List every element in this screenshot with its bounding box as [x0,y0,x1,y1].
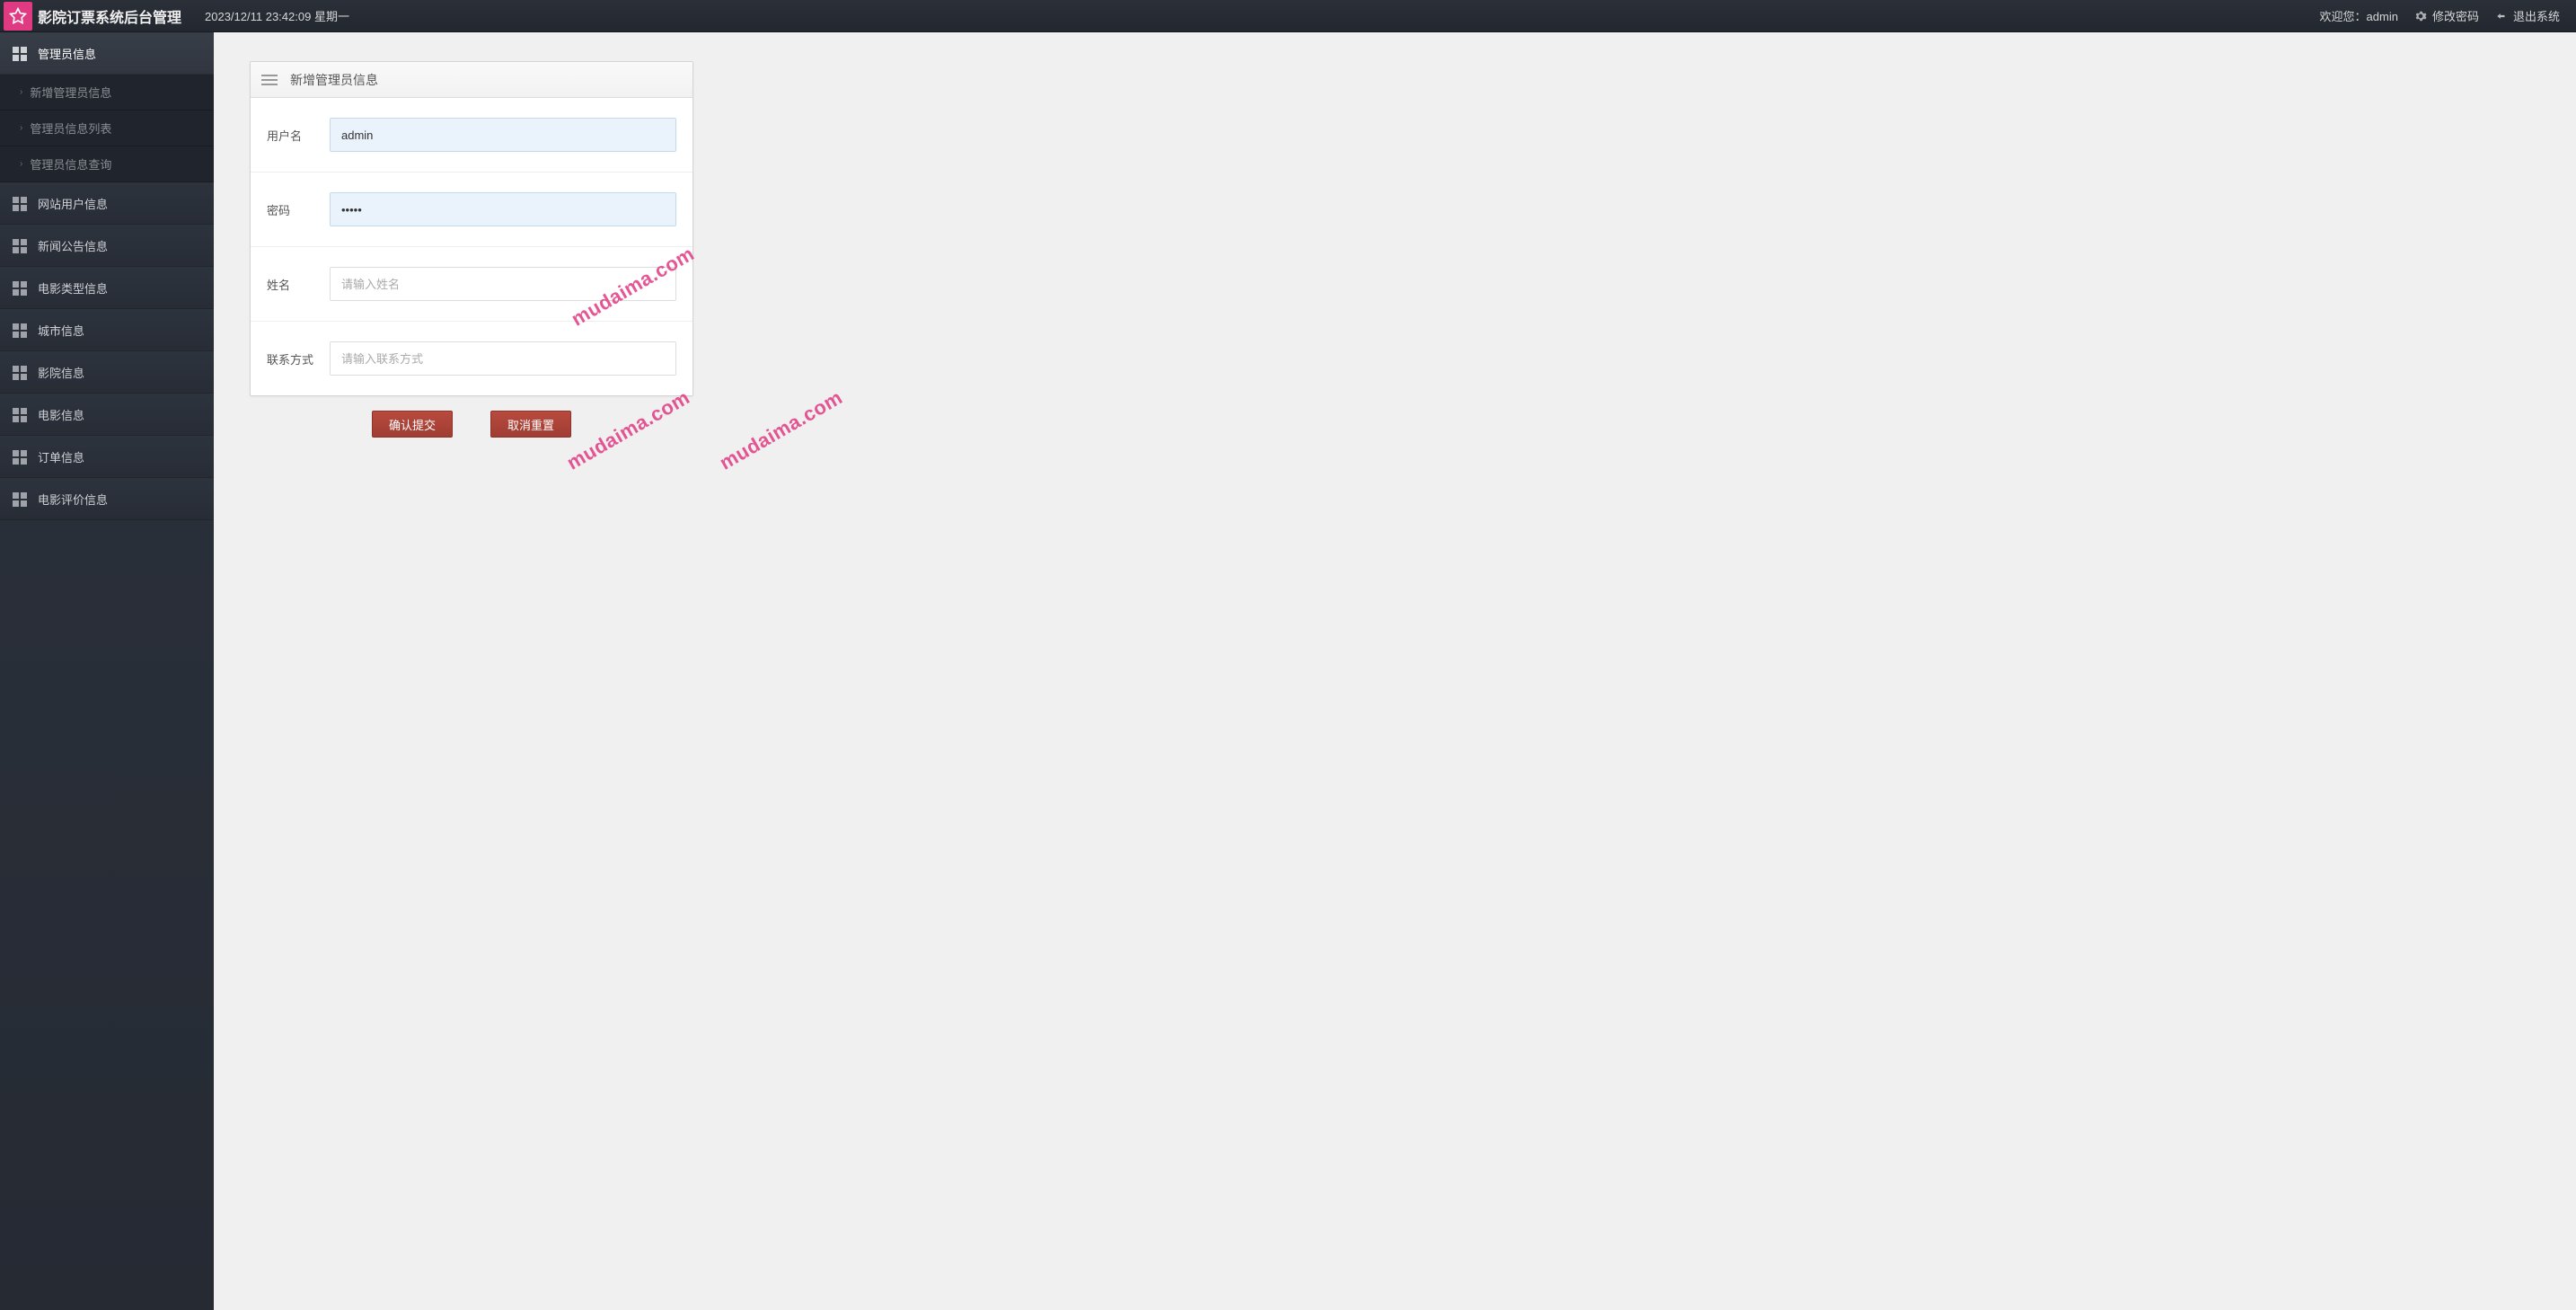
main-content: 新增管理员信息 用户名 密码 姓名 联系方式 [214,32,2576,1310]
username-label: 用户名 [267,127,330,144]
chevron-right-icon: › [20,123,22,133]
contact-input[interactable] [330,341,676,376]
sidebar-sub-label: 管理员信息查询 [30,155,111,173]
logout-icon [2495,10,2508,22]
logo [4,2,32,31]
logout-label: 退出系统 [2513,7,2560,24]
form-panel: 新增管理员信息 用户名 密码 姓名 联系方式 [250,61,693,396]
grid-icon [13,408,27,422]
sidebar-item-cinema-info[interactable]: 影院信息 [0,351,214,394]
submit-button[interactable]: 确认提交 [372,411,453,438]
sidebar-item-order-info[interactable]: 订单信息 [0,436,214,478]
sidebar-sub-label: 新增管理员信息 [30,84,111,101]
chevron-right-icon: › [20,87,22,97]
chevron-right-icon: › [20,159,22,169]
grid-icon [13,281,27,296]
reset-button[interactable]: 取消重置 [490,411,571,438]
welcome-text: 欢迎您：admin [2320,7,2398,24]
sidebar-item-label: 新闻公告信息 [38,237,108,254]
sidebar-item-city-info[interactable]: 城市信息 [0,309,214,351]
gear-icon [2414,10,2427,22]
sidebar-sub-admin-list[interactable]: › 管理员信息列表 [0,111,214,146]
grid-icon [13,197,27,211]
sidebar: 管理员信息 › 新增管理员信息 › 管理员信息列表 › 管理员信息查询 网站用户… [0,32,214,1310]
sidebar-sub-label: 管理员信息列表 [30,119,111,137]
sidebar-item-news-info[interactable]: 新闻公告信息 [0,225,214,267]
panel-header: 新增管理员信息 [251,62,693,98]
grid-icon [13,366,27,380]
sidebar-item-review-info[interactable]: 电影评价信息 [0,478,214,520]
sidebar-item-movie-type[interactable]: 电影类型信息 [0,267,214,309]
menu-icon [261,73,278,87]
logout-link[interactable]: 退出系统 [2495,7,2560,24]
sidebar-item-movie-info[interactable]: 电影信息 [0,394,214,436]
change-password-label: 修改密码 [2432,7,2479,24]
sidebar-item-user-info[interactable]: 网站用户信息 [0,182,214,225]
datetime-display: 2023/12/11 23:42:09 星期一 [205,7,349,24]
password-label: 密码 [267,201,330,218]
name-input[interactable] [330,267,676,301]
grid-icon [13,47,27,61]
username-input[interactable] [330,118,676,152]
panel-title: 新增管理员信息 [290,71,378,89]
sidebar-item-label: 管理员信息 [38,45,96,62]
grid-icon [13,492,27,507]
sidebar-item-label: 订单信息 [38,448,84,465]
change-password-link[interactable]: 修改密码 [2414,7,2479,24]
sidebar-item-label: 网站用户信息 [38,195,108,212]
sidebar-sub-add-admin[interactable]: › 新增管理员信息 [0,75,214,111]
sidebar-sub-admin-search[interactable]: › 管理员信息查询 [0,146,214,182]
contact-label: 联系方式 [267,350,330,367]
top-bar: 影院订票系统后台管理 2023/12/11 23:42:09 星期一 欢迎您：a… [0,0,2576,32]
sidebar-item-label: 电影信息 [38,406,84,423]
password-input[interactable] [330,192,676,226]
sidebar-item-admin-info[interactable]: 管理员信息 [0,32,214,75]
sidebar-item-label: 影院信息 [38,364,84,381]
sidebar-item-label: 电影类型信息 [38,279,108,297]
grid-icon [13,239,27,253]
grid-icon [13,323,27,338]
grid-icon [13,450,27,465]
watermark: mudaima.com [716,385,847,474]
name-label: 姓名 [267,276,330,293]
sidebar-item-label: 城市信息 [38,322,84,339]
app-title: 影院订票系统后台管理 [38,5,181,27]
sidebar-item-label: 电影评价信息 [38,491,108,508]
